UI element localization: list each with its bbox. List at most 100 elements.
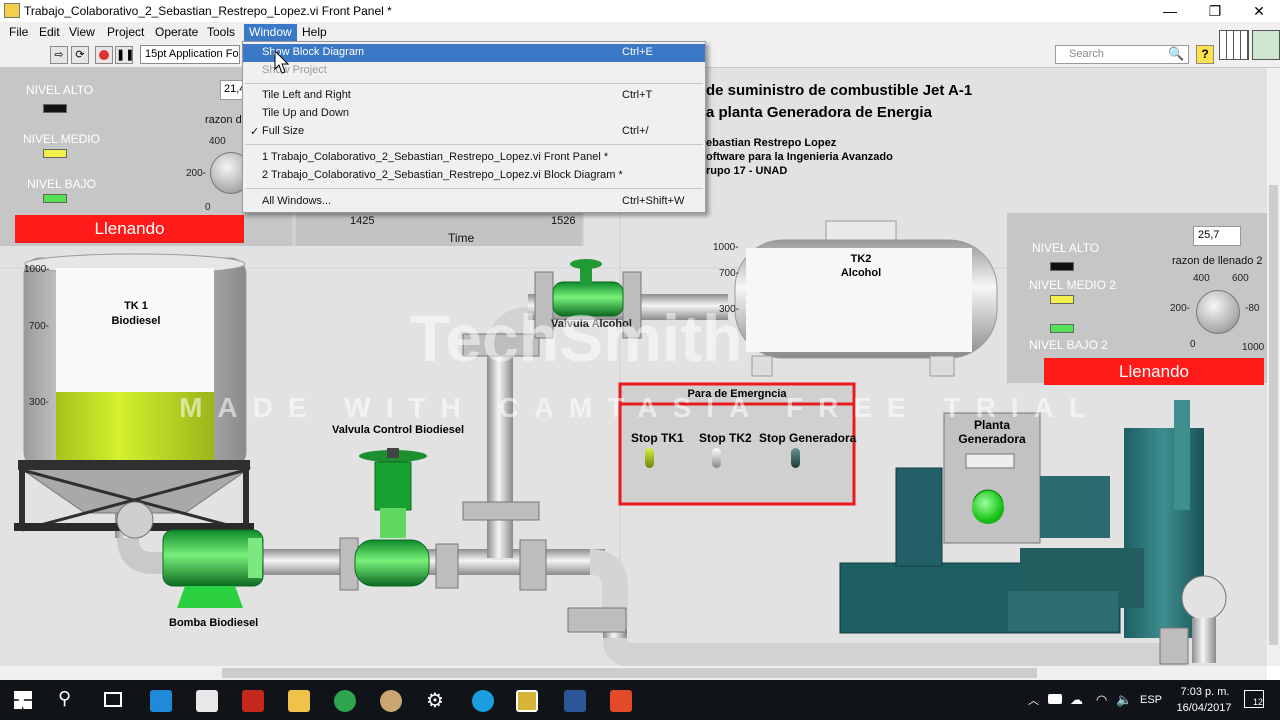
tank1-status-indicator: Llenando (15, 215, 244, 243)
search-taskbar-icon[interactable]: ⚲ (58, 688, 71, 709)
stop-tk1-label: Stop TK1 (631, 431, 684, 445)
app-red-icon[interactable] (242, 690, 264, 712)
menu-separator (245, 144, 703, 145)
nivel-alto-2-label: NIVEL ALTO (1032, 241, 1100, 255)
nivel-medio-label: NIVEL MEDIO (23, 132, 100, 146)
page-title-line1: de suministro de combustible Jet A-1 (706, 82, 973, 99)
menu-item-tile-left-right[interactable]: Tile Left and Right Ctrl+T (243, 87, 705, 105)
paint-icon[interactable] (380, 690, 402, 712)
knob1-scale-200: 200- (186, 168, 207, 179)
minimize-button[interactable]: — (1148, 0, 1192, 22)
fill-rate-knob-2[interactable] (1196, 290, 1240, 334)
vi-icon[interactable] (1252, 30, 1280, 60)
menu-item-all-windows[interactable]: All Windows... Ctrl+Shift+W (243, 193, 705, 211)
window-menu-dropdown: Show Block Diagram Ctrl+E Show Project Ti… (242, 41, 706, 213)
menu-tools[interactable]: Tools (202, 24, 240, 41)
close-button[interactable]: ✕ (1237, 0, 1280, 22)
task-view-icon[interactable] (104, 692, 122, 707)
vertical-scrollbar-thumb[interactable] (1269, 185, 1278, 645)
menu-operate[interactable]: Operate (150, 24, 203, 41)
menu-item-front-panel[interactable]: 1 Trabajo_Colaborativo_2_Sebastian_Restr… (243, 149, 705, 167)
menu-view[interactable]: View (64, 24, 100, 41)
language-indicator[interactable]: ESP (1140, 694, 1162, 706)
clock-time[interactable]: 7:03 p. m. (1175, 686, 1235, 698)
notification-center-icon[interactable]: 12 (1244, 690, 1264, 708)
clock-date[interactable]: 16/04/2017 (1173, 702, 1235, 714)
word-icon[interactable] (564, 690, 586, 712)
knob2-scale-1000: 1000 (1242, 342, 1265, 353)
knob2-scale-400: 400 (1193, 273, 1210, 284)
tank1-tick-1000: 1000- (24, 264, 50, 275)
generator-running-light (972, 492, 1004, 524)
knob1-scale-400: 400 (209, 136, 226, 147)
nivel-alto-led (43, 104, 67, 113)
search-icon[interactable]: 🔍 (1168, 46, 1184, 62)
camtasia-icon[interactable] (610, 690, 632, 712)
abort-icon[interactable] (95, 46, 113, 64)
menu-item-show-project: Show Project (262, 64, 327, 76)
chart-x-label: Time (448, 231, 475, 245)
course-label: oftware para la Ingenieria Avanzado (706, 151, 893, 163)
knob2-scale-80: -80 (1245, 303, 1260, 314)
context-help-button[interactable]: ? (1196, 45, 1214, 64)
techsmith-watermark: TechSmith (410, 301, 743, 375)
horizontal-scrollbar-thumb[interactable] (222, 668, 1037, 678)
razon-2-label: razon de llenado 2 (1172, 255, 1263, 267)
tank1-name: TK 1 (124, 300, 148, 312)
chart-x-end: 1526 (551, 215, 576, 227)
nivel-bajo-led (43, 194, 67, 203)
windows-taskbar (0, 680, 1280, 720)
generator-label-line2: Generadora (958, 432, 1026, 446)
maximize-button[interactable]: ❐ (1193, 0, 1237, 22)
knob2-scale-200: 200- (1170, 303, 1191, 314)
stop-tk1-switch[interactable] (645, 448, 654, 468)
valve-biodiesel-label: Valvula Control Biodiesel (332, 424, 465, 436)
chrome-icon[interactable] (334, 690, 356, 712)
labview-vi-icon (4, 3, 20, 18)
battery-icon[interactable] (1048, 694, 1062, 704)
stop-generadora-switch[interactable] (791, 448, 800, 468)
menu-item-tile-up-down[interactable]: Tile Up and Down (243, 105, 705, 123)
checkmark-icon: ✓ (250, 126, 260, 138)
razon-label: razon d (205, 114, 242, 126)
author-label: ebastian Restrepo Lopez (706, 137, 837, 149)
menu-separator (245, 83, 703, 84)
nivel-medio-led (43, 149, 67, 158)
menu-edit[interactable]: Edit (34, 24, 65, 41)
stop-generadora-label: Stop Generadora (759, 431, 857, 445)
menu-item-block-diagram[interactable]: 2 Trabajo_Colaborativo_2_Sebastian_Restr… (243, 167, 705, 185)
run-arrow-icon[interactable]: ⇨ (50, 46, 68, 64)
menu-project[interactable]: Project (102, 24, 149, 41)
nivel-bajo-label: NIVEL BAJO (27, 177, 96, 191)
menu-file[interactable]: File (4, 24, 33, 41)
stop-tk2-switch[interactable] (712, 448, 721, 468)
store-icon[interactable] (196, 690, 218, 712)
nivel-bajo-2-led (1050, 324, 1074, 333)
menu-item-full-size[interactable]: ✓ Full Size Ctrl+/ (243, 123, 705, 141)
knob2-scale-600: 600 (1232, 273, 1249, 284)
settings-icon[interactable]: ⚙ (426, 688, 444, 713)
nivel-medio-2-led (1050, 295, 1074, 304)
network-icon[interactable]: ☁ (1070, 692, 1083, 708)
knob2-scale-0: 0 (1190, 339, 1196, 350)
tank1-tick-700: 700- (29, 321, 50, 332)
menu-window[interactable]: Window (244, 24, 297, 41)
skype-icon[interactable] (472, 690, 494, 712)
chart-x-start: 1425 (350, 215, 375, 227)
window-title: Trabajo_Colaborativo_2_Sebastian_Restrep… (24, 4, 392, 18)
volume-icon[interactable]: 🔈 (1116, 692, 1132, 708)
file-explorer-icon[interactable] (288, 690, 310, 712)
wifi-icon[interactable]: ◠ (1096, 692, 1107, 708)
font-selector[interactable]: 15pt Application Fo (140, 45, 240, 64)
edge-icon[interactable] (150, 690, 172, 712)
nivel-alto-label: NIVEL ALTO (26, 83, 94, 97)
pause-icon[interactable]: ❚❚ (115, 46, 134, 64)
run-continuously-icon[interactable]: ⟳ (71, 46, 89, 64)
menu-bar: File Edit View Project Operate Tools Win… (0, 22, 1280, 41)
labview-taskbar-icon[interactable] (516, 690, 538, 712)
menu-item-show-block-diagram[interactable]: Show Block Diagram Ctrl+E (243, 44, 705, 62)
camtasia-watermark: MADE WITH CAMTASIA FREE TRIAL (179, 392, 1101, 423)
connector-pane-icon[interactable] (1219, 30, 1249, 60)
menu-help[interactable]: Help (297, 24, 332, 41)
show-hidden-icons-icon[interactable]: ︿ (1028, 692, 1039, 708)
